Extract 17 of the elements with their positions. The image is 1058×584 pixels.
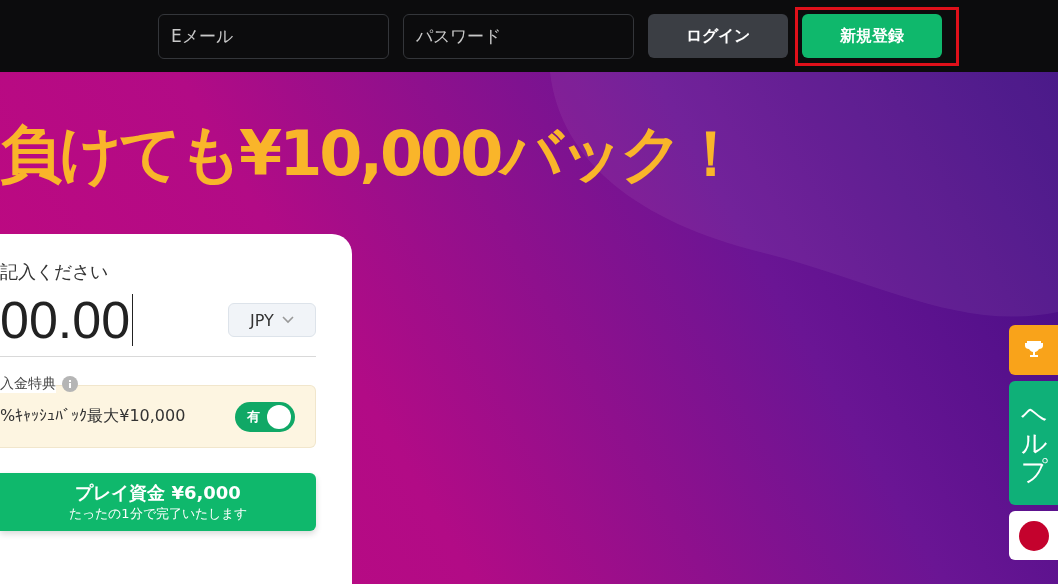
- signup-button[interactable]: 新規登録: [802, 14, 942, 58]
- japan-flag-icon: [1018, 520, 1049, 551]
- password-field[interactable]: パスワード: [403, 13, 634, 59]
- bonus-toggle[interactable]: 有: [235, 401, 295, 432]
- info-icon: [62, 376, 78, 392]
- language-tab[interactable]: [1009, 511, 1058, 560]
- help-tab[interactable]: ヘルプ: [1009, 381, 1058, 505]
- chevron-down-icon: [281, 316, 294, 324]
- amount-field[interactable]: 00.00: [0, 290, 134, 350]
- email-field[interactable]: Eメール: [158, 13, 389, 59]
- currency-select[interactable]: JPY: [228, 303, 316, 337]
- bonus-text: %ｷｬｯｼｭﾊﾞｯｸ最大¥10,000: [0, 406, 186, 427]
- amount-prompt: 記入ください: [0, 260, 109, 284]
- bonus-label: 入金特典: [0, 375, 56, 393]
- login-button[interactable]: ログイン: [648, 14, 788, 58]
- headline: 負けても¥10,000バック！: [0, 116, 741, 192]
- play-button[interactable]: プレイ資金 ¥6,000 たったの1分で完了いたします: [0, 473, 316, 531]
